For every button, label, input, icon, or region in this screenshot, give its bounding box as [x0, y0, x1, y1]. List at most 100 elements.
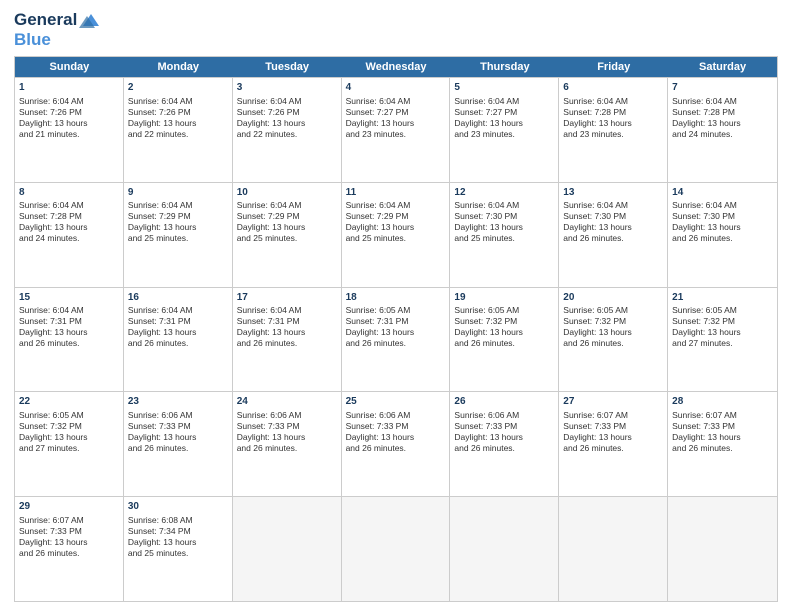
day-info: Sunrise: 6:08 AM Sunset: 7:34 PM Dayligh… [128, 515, 228, 559]
day-7: 7Sunrise: 6:04 AM Sunset: 7:28 PM Daylig… [668, 78, 777, 182]
calendar-row-3: 15 Sunrise: 6:04 AM Sunset: 7:31 PM Dayli… [15, 287, 777, 392]
day-8: 8Sunrise: 6:04 AM Sunset: 7:28 PM Daylig… [15, 183, 124, 287]
day-12: 12Sunrise: 6:04 AM Sunset: 7:30 PM Dayli… [450, 183, 559, 287]
day-info: Sunrise: 6:04 AM Sunset: 7:26 PM Dayligh… [128, 96, 228, 140]
calendar-header: SundayMondayTuesdayWednesdayThursdayFrid… [15, 57, 777, 77]
day-number: 27 [563, 395, 663, 409]
calendar-row-4: 22Sunrise: 6:05 AM Sunset: 7:32 PM Dayli… [15, 391, 777, 496]
day-info: Sunrise: 6:06 AM Sunset: 7:33 PM Dayligh… [346, 410, 446, 454]
day-27: 27Sunrise: 6:07 AM Sunset: 7:33 PM Dayli… [559, 392, 668, 496]
day-number: 28 [672, 395, 773, 409]
day-1: 1Sunrise: 6:04 AM Sunset: 7:26 PM Daylig… [15, 78, 124, 182]
day-info: Sunrise: 6:04 AM Sunset: 7:28 PM Dayligh… [672, 96, 773, 140]
header-monday: Monday [124, 57, 233, 77]
day-15: 15Sunrise: 6:04 AM Sunset: 7:31 PM Dayli… [15, 288, 124, 392]
day-19: 19Sunrise: 6:05 AM Sunset: 7:32 PM Dayli… [450, 288, 559, 392]
day-13: 13Sunrise: 6:04 AM Sunset: 7:30 PM Dayli… [559, 183, 668, 287]
day-number: 3 [237, 81, 337, 95]
day-3: 3Sunrise: 6:04 AM Sunset: 7:26 PM Daylig… [233, 78, 342, 182]
day-number: 7 [672, 81, 773, 95]
day-number: 13 [563, 186, 663, 200]
header-friday: Friday [559, 57, 668, 77]
day-number: 19 [454, 291, 554, 305]
day-info: Sunrise: 6:04 AM Sunset: 7:30 PM Dayligh… [454, 200, 554, 244]
header-tuesday: Tuesday [233, 57, 342, 77]
day-info: Sunrise: 6:04 AM Sunset: 7:28 PM Dayligh… [563, 96, 663, 140]
day-number: 9 [128, 186, 228, 200]
day-info: Sunrise: 6:05 AM Sunset: 7:32 PM Dayligh… [454, 305, 554, 349]
day-number: 14 [672, 186, 773, 200]
header-sunday: Sunday [15, 57, 124, 77]
day-24: 24Sunrise: 6:06 AM Sunset: 7:33 PM Dayli… [233, 392, 342, 496]
day-4: 4Sunrise: 6:04 AM Sunset: 7:27 PM Daylig… [342, 78, 451, 182]
day-21: 21Sunrise: 6:05 AM Sunset: 7:32 PM Dayli… [668, 288, 777, 392]
header-thursday: Thursday [450, 57, 559, 77]
day-14: 14Sunrise: 6:04 AM Sunset: 7:30 PM Dayli… [668, 183, 777, 287]
day-number: 20 [563, 291, 663, 305]
calendar: SundayMondayTuesdayWednesdayThursdayFrid… [14, 56, 778, 602]
day-11: 11Sunrise: 6:04 AM Sunset: 7:29 PM Dayli… [342, 183, 451, 287]
day-number: 4 [346, 81, 446, 95]
day-20: 20Sunrise: 6:05 AM Sunset: 7:32 PM Dayli… [559, 288, 668, 392]
day-18: 18Sunrise: 6:05 AM Sunset: 7:31 PM Dayli… [342, 288, 451, 392]
day-number: 24 [237, 395, 337, 409]
day-info: Sunrise: 6:04 AM Sunset: 7:29 PM Dayligh… [128, 200, 228, 244]
logo-icon [79, 10, 101, 30]
logo-general: General [14, 10, 77, 30]
day-number: 11 [346, 186, 446, 200]
empty-cell [450, 497, 559, 601]
day-17: 17Sunrise: 6:04 AM Sunset: 7:31 PM Dayli… [233, 288, 342, 392]
day-number: 1 [19, 81, 119, 95]
day-number: 25 [346, 395, 446, 409]
day-number: 29 [19, 500, 119, 514]
day-info: Sunrise: 6:06 AM Sunset: 7:33 PM Dayligh… [454, 410, 554, 454]
day-info: Sunrise: 6:04 AM Sunset: 7:29 PM Dayligh… [346, 200, 446, 244]
day-info: Sunrise: 6:04 AM Sunset: 7:26 PM Dayligh… [237, 96, 337, 140]
day-info: Sunrise: 6:04 AM Sunset: 7:30 PM Dayligh… [672, 200, 773, 244]
day-info: Sunrise: 6:05 AM Sunset: 7:32 PM Dayligh… [672, 305, 773, 349]
logo: General Blue [14, 10, 101, 50]
day-info: Sunrise: 6:04 AM Sunset: 7:26 PM Dayligh… [19, 96, 119, 140]
day-info: Sunrise: 6:04 AM Sunset: 7:31 PM Dayligh… [128, 305, 228, 349]
day-2: 2Sunrise: 6:04 AM Sunset: 7:26 PM Daylig… [124, 78, 233, 182]
day-22: 22Sunrise: 6:05 AM Sunset: 7:32 PM Dayli… [15, 392, 124, 496]
day-info: Sunrise: 6:04 AM Sunset: 7:28 PM Dayligh… [19, 200, 119, 244]
day-number: 5 [454, 81, 554, 95]
day-info: Sunrise: 6:04 AM Sunset: 7:31 PM Dayligh… [237, 305, 337, 349]
day-5: 5Sunrise: 6:04 AM Sunset: 7:27 PM Daylig… [450, 78, 559, 182]
day-number: 30 [128, 500, 228, 514]
day-info: Sunrise: 6:04 AM Sunset: 7:27 PM Dayligh… [346, 96, 446, 140]
day-10: 10Sunrise: 6:04 AM Sunset: 7:29 PM Dayli… [233, 183, 342, 287]
day-info: Sunrise: 6:05 AM Sunset: 7:31 PM Dayligh… [346, 305, 446, 349]
day-info: Sunrise: 6:07 AM Sunset: 7:33 PM Dayligh… [672, 410, 773, 454]
day-25: 25Sunrise: 6:06 AM Sunset: 7:33 PM Dayli… [342, 392, 451, 496]
day-number: 8 [19, 186, 119, 200]
day-number: 23 [128, 395, 228, 409]
day-info: Sunrise: 6:05 AM Sunset: 7:32 PM Dayligh… [19, 410, 119, 454]
day-number: 18 [346, 291, 446, 305]
day-info: Sunrise: 6:04 AM Sunset: 7:27 PM Dayligh… [454, 96, 554, 140]
day-number: 16 [128, 291, 228, 305]
day-23: 23Sunrise: 6:06 AM Sunset: 7:33 PM Dayli… [124, 392, 233, 496]
day-info: Sunrise: 6:07 AM Sunset: 7:33 PM Dayligh… [563, 410, 663, 454]
day-number: 2 [128, 81, 228, 95]
day-number: 26 [454, 395, 554, 409]
day-number: 6 [563, 81, 663, 95]
logo-blue: Blue [14, 30, 51, 50]
day-info: Sunrise: 6:07 AM Sunset: 7:33 PM Dayligh… [19, 515, 119, 559]
day-30: 30Sunrise: 6:08 AM Sunset: 7:34 PM Dayli… [124, 497, 233, 601]
day-number: 22 [19, 395, 119, 409]
empty-cell [559, 497, 668, 601]
header-wednesday: Wednesday [342, 57, 451, 77]
day-number: 15 [19, 291, 119, 305]
day-info: Sunrise: 6:06 AM Sunset: 7:33 PM Dayligh… [237, 410, 337, 454]
calendar-body: 1Sunrise: 6:04 AM Sunset: 7:26 PM Daylig… [15, 77, 777, 601]
day-info: Sunrise: 6:04 AM Sunset: 7:30 PM Dayligh… [563, 200, 663, 244]
header-saturday: Saturday [668, 57, 777, 77]
day-info: Sunrise: 6:04 AM Sunset: 7:29 PM Dayligh… [237, 200, 337, 244]
day-number: 12 [454, 186, 554, 200]
day-info: Sunrise: 6:05 AM Sunset: 7:32 PM Dayligh… [563, 305, 663, 349]
day-number: 10 [237, 186, 337, 200]
calendar-row-5: 29Sunrise: 6:07 AM Sunset: 7:33 PM Dayli… [15, 496, 777, 601]
empty-cell [668, 497, 777, 601]
